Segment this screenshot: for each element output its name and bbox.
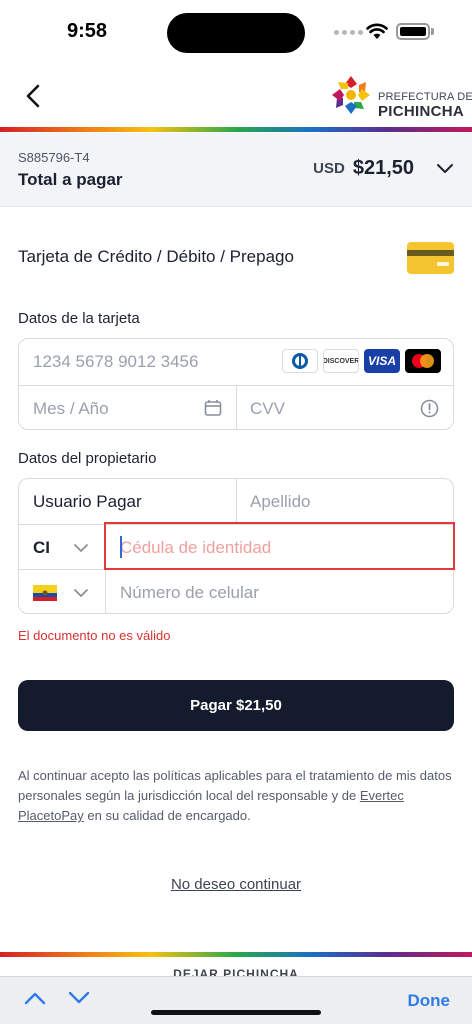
logo-text-bottom: PICHINCHA xyxy=(378,103,465,120)
terms-text: Al continuar acepto las políticas aplica… xyxy=(18,766,454,826)
card-number-placeholder: 1234 5678 9012 3456 xyxy=(33,352,199,371)
card-number-field[interactable]: 1234 5678 9012 3456 DISCOVER VISA xyxy=(19,339,453,385)
calendar-icon xyxy=(204,400,222,416)
first-name-field[interactable]: Usuario Pagar xyxy=(19,479,236,524)
document-type-select[interactable]: CI xyxy=(19,525,105,570)
total-amount: $21,50 xyxy=(352,157,414,179)
card-section-label: Datos de la tarjeta xyxy=(18,310,140,327)
currency-label: USD xyxy=(313,160,345,177)
home-indicator xyxy=(151,1010,321,1015)
app-header: PREFECTURA DE PICHINCHA xyxy=(0,64,472,128)
mastercard-icon xyxy=(405,349,441,373)
total-label: Total a pagar xyxy=(18,170,123,189)
no-continue-link[interactable]: No deseo continuar xyxy=(0,876,472,893)
wifi-icon xyxy=(366,23,388,39)
error-message: El documento no es válido xyxy=(18,628,171,643)
done-button[interactable]: Done xyxy=(408,991,451,1011)
payment-reference: S885796-T4 xyxy=(18,150,90,165)
phone-placeholder: Número de celular xyxy=(120,583,259,602)
rainbow-divider-top xyxy=(0,127,472,132)
previous-field-button[interactable] xyxy=(24,991,46,1005)
no-continue-label: No deseo continuar xyxy=(170,876,302,893)
payment-method-title: Tarjeta de Crédito / Débito / Prepago xyxy=(18,247,294,266)
dynamic-island xyxy=(167,13,305,53)
ecuador-flag-icon xyxy=(33,585,57,601)
card-brands: DISCOVER VISA xyxy=(282,349,441,373)
logo-text-top: PREFECTURA DE xyxy=(378,91,472,103)
first-name-value: Usuario Pagar xyxy=(33,492,142,511)
cvv-placeholder: CVV xyxy=(250,399,285,418)
chevron-down-icon xyxy=(437,163,453,173)
status-time: 9:58 xyxy=(67,20,108,42)
last-name-placeholder: Apellido xyxy=(250,492,311,511)
document-invalid-outline xyxy=(104,522,455,570)
visa-icon: VISA xyxy=(364,349,400,373)
next-field-button[interactable] xyxy=(68,991,90,1005)
chevron-down-icon xyxy=(74,589,88,597)
info-icon[interactable] xyxy=(420,399,439,418)
text-caret xyxy=(120,536,122,558)
prefectura-logo: PREFECTURA DE PICHINCHA xyxy=(330,74,472,120)
card-data-box: 1234 5678 9012 3456 DISCOVER VISA Mes / … xyxy=(18,338,454,430)
document-type-value: CI xyxy=(33,538,50,557)
card-row-2: Mes / Año CVV xyxy=(19,385,453,429)
chevron-down-icon xyxy=(74,544,88,552)
credit-card-icon xyxy=(407,242,454,274)
owner-section-label: Datos del propietario xyxy=(18,450,157,467)
pay-button[interactable]: Pagar $21,50 xyxy=(18,680,454,731)
last-name-field[interactable]: Apellido xyxy=(237,479,453,524)
back-button[interactable] xyxy=(18,80,48,112)
expiry-field[interactable]: Mes / Año xyxy=(19,386,236,429)
phone-field[interactable]: Número de celular xyxy=(106,570,453,613)
cvv-field[interactable]: CVV xyxy=(237,386,453,429)
amount-toggle[interactable]: USD $21,50 xyxy=(313,157,454,180)
rainbow-divider-bottom xyxy=(0,952,472,957)
owner-row-1: Usuario Pagar Apellido xyxy=(19,479,453,524)
chevron-left-icon xyxy=(26,84,40,108)
terms-text-part-2: en su calidad de encargado. xyxy=(83,808,251,823)
battery-tip xyxy=(431,28,434,35)
battery-icon xyxy=(396,23,430,40)
owner-row-3: Número de celular xyxy=(19,569,453,613)
cellular-signal-icon xyxy=(334,30,363,35)
country-code-select[interactable] xyxy=(19,570,105,613)
payment-summary: S885796-T4 Total a pagar USD $21,50 xyxy=(0,133,472,207)
expiry-placeholder: Mes / Año xyxy=(33,399,109,418)
prefectura-logo-mark xyxy=(332,76,370,114)
discover-icon: DISCOVER xyxy=(323,349,359,373)
diners-club-icon xyxy=(282,349,318,373)
keyboard-accessory-bar: Done xyxy=(0,976,472,1024)
status-bar: 9:58 xyxy=(0,0,472,64)
